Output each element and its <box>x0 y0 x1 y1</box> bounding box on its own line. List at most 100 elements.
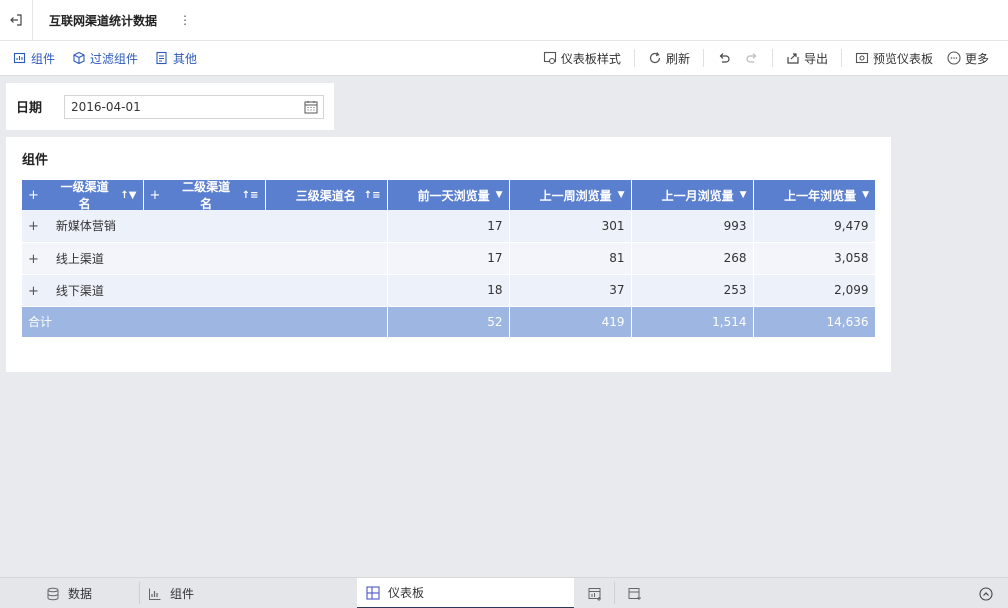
title-menu-icon[interactable]: ⋮ <box>179 13 191 27</box>
dashboard-style-label: 仪表板样式 <box>560 51 621 66</box>
expand-row-icon[interactable]: + <box>28 284 40 299</box>
dropdown-icon[interactable]: ▼ <box>862 190 869 200</box>
doc-add-icon <box>156 51 167 65</box>
chart-add-icon <box>13 52 26 64</box>
tab-component[interactable]: 组件 <box>148 578 194 608</box>
other-button[interactable]: 其他 <box>155 50 197 67</box>
row-label: 线下渠道 <box>55 283 104 298</box>
column-header-day[interactable]: 前一天浏览量 ▼ <box>387 180 510 210</box>
database-icon <box>47 587 59 600</box>
cell-value: 17 <box>387 210 510 243</box>
collapse-button[interactable] <box>979 578 993 608</box>
dropdown-icon[interactable]: ▼ <box>740 190 747 200</box>
total-value: 1,514 <box>631 306 754 338</box>
column-header-year[interactable]: 上一年浏览量 ▼ <box>753 180 875 210</box>
add-sheet-button[interactable] <box>628 578 642 608</box>
date-filter-card: 日期 2016-04-01 <box>6 83 334 130</box>
refresh-icon <box>649 52 661 64</box>
row-label: 线上渠道 <box>55 251 104 266</box>
add-filter-component-button[interactable]: 过滤组件 <box>72 50 138 67</box>
add-sheet-icon <box>628 587 641 600</box>
cell-value: 993 <box>631 210 754 243</box>
filter-cube-icon <box>73 51 85 65</box>
component-card: 组件 + 一级渠道名 ↑▼ + 二级渠道名 ↑≡ 三级渠道名 ↑≡ 前一天浏览量… <box>6 137 891 372</box>
column-header-label: 三级渠道名 <box>295 188 356 203</box>
preview-dashboard-button[interactable]: 预览仪表板 <box>848 50 940 67</box>
redo-button[interactable] <box>738 51 766 65</box>
column-header-label: 二级渠道名 <box>182 180 231 211</box>
tab-dashboard-label: 仪表板 <box>388 586 425 600</box>
dashboard-icon <box>366 585 380 600</box>
row-label-cell: + 线上渠道 <box>22 242 388 275</box>
date-input[interactable]: 2016-04-01 <box>64 95 324 119</box>
expand-row-icon[interactable]: + <box>28 219 40 234</box>
refresh-button[interactable]: 刷新 <box>641 50 697 67</box>
title-bar: 互联网渠道统计数据 ⋮ <box>0 0 1008 41</box>
table-row: + 线下渠道 18 37 253 2,099 <box>22 274 876 307</box>
data-table: + 一级渠道名 ↑▼ + 二级渠道名 ↑≡ 三级渠道名 ↑≡ 前一天浏览量 ▼ … <box>22 180 876 338</box>
sort-icon[interactable]: ↑≡ <box>364 190 381 201</box>
column-header-week[interactable]: 上一周浏览量 ▼ <box>509 180 632 210</box>
calendar-icon[interactable] <box>304 100 318 114</box>
sort-icon[interactable]: ↑≡ <box>242 190 259 201</box>
add-component-label: 组件 <box>31 51 56 66</box>
tab-data[interactable]: 数据 <box>46 578 92 608</box>
cell-value: 9,479 <box>753 210 876 243</box>
page-title: 互联网渠道统计数据 <box>49 13 158 28</box>
divider <box>614 582 615 604</box>
column-header-label: 一级渠道名 <box>60 180 109 211</box>
tab-dashboard[interactable]: 仪表板 <box>357 578 574 608</box>
cell-value: 3,058 <box>753 242 876 275</box>
dropdown-icon[interactable]: ▼ <box>618 190 625 200</box>
column-header-level2[interactable]: + 二级渠道名 ↑≡ <box>143 180 266 211</box>
export-icon <box>787 53 799 64</box>
row-label-cell: + 新媒体营销 <box>22 210 388 243</box>
cell-value: 301 <box>509 210 632 243</box>
more-button[interactable]: 更多 <box>940 50 996 67</box>
add-dashboard-icon <box>588 587 601 601</box>
cell-value: 81 <box>509 242 632 275</box>
expand-icon[interactable]: + <box>28 188 39 203</box>
export-label: 导出 <box>803 51 828 66</box>
tab-component-label: 组件 <box>170 587 195 601</box>
cell-value: 253 <box>631 274 754 307</box>
refresh-label: 刷新 <box>665 51 690 66</box>
dashboard-style-button[interactable]: 仪表板样式 <box>536 50 628 67</box>
add-filter-label: 过滤组件 <box>90 51 139 66</box>
column-header-label: 上一年浏览量 <box>784 188 857 203</box>
date-filter-label: 日期 <box>16 101 43 116</box>
exit-button[interactable] <box>0 0 33 41</box>
column-header-level1[interactable]: + 一级渠道名 ↑▼ <box>22 180 144 211</box>
chevron-up-circle-icon <box>979 586 993 601</box>
row-label-cell: + 线下渠道 <box>22 274 388 307</box>
tab-data-label: 数据 <box>68 587 93 601</box>
column-header-month[interactable]: 上一月浏览量 ▼ <box>631 180 754 210</box>
column-header-label: 前一天浏览量 <box>417 188 490 203</box>
dropdown-icon[interactable]: ▼ <box>496 190 503 200</box>
column-header-level3[interactable]: 三级渠道名 ↑≡ <box>265 180 388 210</box>
total-row: 合计 52 419 1,514 14,636 <box>22 306 876 338</box>
export-button[interactable]: 导出 <box>779 50 835 67</box>
divider <box>840 49 842 67</box>
redo-icon <box>746 53 757 63</box>
date-value: 2016-04-01 <box>71 100 141 114</box>
cell-value: 37 <box>509 274 632 307</box>
more-icon <box>947 51 961 65</box>
add-dashboard-button[interactable] <box>588 578 602 608</box>
expand-row-icon[interactable]: + <box>28 252 40 267</box>
sort-filter-icon[interactable]: ↑▼ <box>120 190 136 201</box>
undo-icon <box>719 53 730 63</box>
more-label: 更多 <box>964 51 989 66</box>
preview-icon <box>855 52 869 64</box>
add-component-button[interactable]: 组件 <box>13 50 55 67</box>
row-label: 新媒体营销 <box>55 219 116 234</box>
column-header-label: 上一月浏览量 <box>661 188 734 203</box>
table-row: + 线上渠道 17 81 268 3,058 <box>22 242 876 275</box>
cell-value: 2,099 <box>753 274 876 307</box>
divider <box>633 49 635 67</box>
expand-icon[interactable]: + <box>150 188 161 203</box>
other-label: 其他 <box>173 51 198 66</box>
undo-button[interactable] <box>710 51 738 65</box>
column-header-label: 上一周浏览量 <box>539 188 612 203</box>
toolbar: 组件 过滤组件 其他 仪表板样式 刷新 导出 预览仪表板 更多 <box>0 41 1008 76</box>
